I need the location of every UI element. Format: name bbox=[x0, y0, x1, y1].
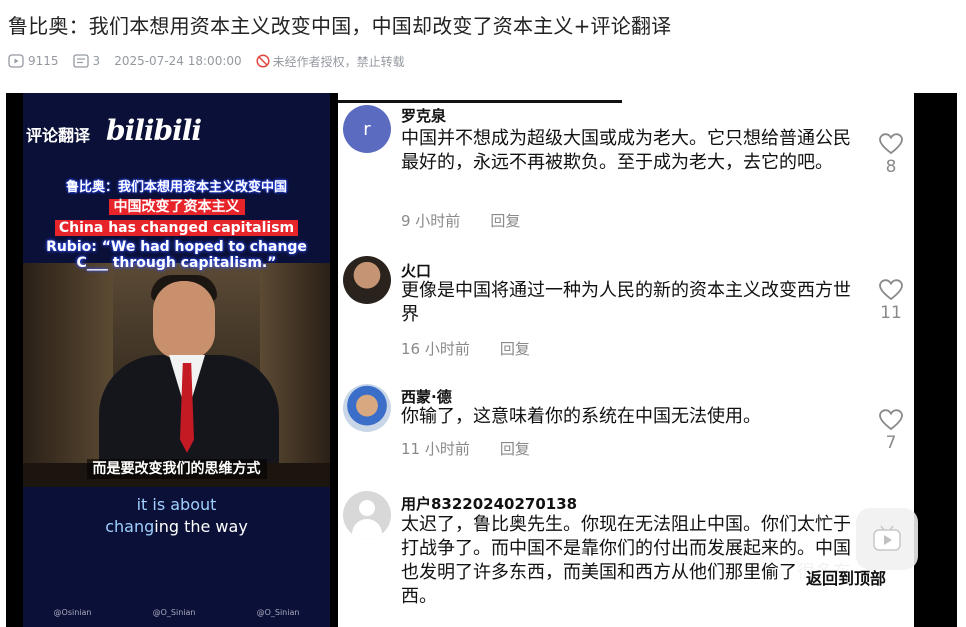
comment-text: 中国并不想成为超级大国或成为老大。它只想给普通公民最好的，永远不再被欺负。至于成… bbox=[401, 128, 851, 173]
tiktok-handle: @Osinian bbox=[53, 608, 92, 617]
caption-en-red: China has changed capitalism bbox=[23, 217, 330, 236]
reply-link: 回复 bbox=[499, 440, 530, 458]
caption-cn-red: 中国改变了资本主义 bbox=[23, 196, 330, 216]
avatar: r bbox=[343, 105, 391, 153]
avatar bbox=[343, 491, 391, 539]
bilibili-logo: bilibili bbox=[106, 114, 202, 147]
video-icon bbox=[873, 525, 901, 551]
play-count-icon bbox=[8, 54, 24, 68]
comment-username: 火口 bbox=[401, 262, 432, 280]
video-footer: @Osinian @O_Sinian @O_Sinian bbox=[23, 608, 330, 617]
youtube-handle: @O_Sinian bbox=[152, 608, 196, 617]
comment-username: 西蒙·德 bbox=[401, 388, 452, 406]
comment-text: 更像是中国将通过一种为人民的新的资本主义改变西方世界 bbox=[401, 280, 851, 325]
avatar bbox=[343, 256, 391, 304]
comment-text: 太迟了，鲁比奥先生。你现在无法阻止中国。你们太忙于打战争了。而中国不是靠你们的付… bbox=[401, 514, 851, 607]
article-image: 评论翻译 bilibili 鲁比奥：我们本想用资本主义改变中国 中国改变了资本主… bbox=[6, 93, 957, 627]
floating-action-button[interactable] bbox=[856, 508, 918, 570]
comment-meta: 11 小时前 回复 bbox=[401, 438, 530, 459]
avatar bbox=[343, 384, 391, 432]
like-count: 8 bbox=[885, 157, 897, 177]
subtitle-en-1: it is about bbox=[136, 495, 217, 514]
views-stat: 9115 bbox=[8, 54, 59, 68]
comment-icon bbox=[72, 54, 89, 68]
like-count: 7 bbox=[885, 433, 897, 453]
like-count: 11 bbox=[880, 303, 902, 323]
progress-bar bbox=[338, 100, 622, 103]
forbidden-icon bbox=[256, 54, 270, 68]
heart-icon bbox=[879, 133, 903, 155]
caption-cn-title: 鲁比奥：我们本想用资本主义改变中国 bbox=[65, 180, 287, 195]
comment-username: 用户83220240270138 bbox=[401, 495, 578, 513]
reply-link: 回复 bbox=[490, 212, 521, 230]
like-button: 7 bbox=[876, 409, 906, 453]
publish-time: 2025-07-24 18:00:00 bbox=[114, 54, 242, 68]
comment-text: 你输了，这意味着你的系统在中国无法使用。 bbox=[401, 406, 761, 427]
twitter-handle: @O_Sinian bbox=[256, 608, 300, 617]
like-button: 11 bbox=[876, 279, 906, 323]
video-brand: 评论翻译 bilibili bbox=[23, 114, 330, 147]
comment-time: 16 小时前 bbox=[401, 340, 470, 358]
reply-link: 回复 bbox=[499, 340, 530, 358]
comments-stat: 3 bbox=[72, 54, 101, 68]
comment-time: 9 小时前 bbox=[401, 212, 461, 230]
heart-icon bbox=[879, 409, 903, 431]
comment-meta: 16 小时前 回复 bbox=[401, 338, 530, 359]
comment-meta: 9 小时前 回复 bbox=[401, 210, 520, 231]
caption-quote-2: C___ through capitalism.” bbox=[76, 255, 277, 271]
subtitle-cn: 而是要改变我们的思维方式 bbox=[23, 458, 330, 479]
article-title: 鲁比奥：我们本想用资本主义改变中国，中国却改变了资本主义+评论翻译 bbox=[8, 14, 672, 38]
video-frame: 评论翻译 bilibili 鲁比奥：我们本想用资本主义改变中国 中国改变了资本主… bbox=[23, 93, 330, 627]
comment-username: 罗克泉 bbox=[401, 107, 447, 125]
views-count: 9115 bbox=[28, 54, 59, 68]
speaker-scene bbox=[23, 263, 330, 487]
heart-icon bbox=[879, 279, 903, 301]
article-meta: 9115 3 2025-07-24 18:00:00 未经作者授权，禁止转载 bbox=[8, 52, 419, 70]
comment-time: 11 小时前 bbox=[401, 440, 470, 458]
caption-quote-1: Rubio: “We had hoped to change bbox=[46, 239, 307, 255]
channel-label: 评论翻译 bbox=[26, 126, 91, 145]
subtitle-en-2: changing the way bbox=[105, 517, 248, 536]
comments-screenshot: r 罗克泉 中国并不想成为超级大国或成为老大。它只想给普通公民最好的，永远不再被… bbox=[338, 93, 914, 627]
like-button: 8 bbox=[876, 133, 906, 177]
copyright-notice: 未经作者授权，禁止转载 bbox=[256, 53, 405, 70]
notice-text: 未经作者授权，禁止转载 bbox=[272, 54, 405, 69]
comments-count: 3 bbox=[92, 54, 101, 68]
